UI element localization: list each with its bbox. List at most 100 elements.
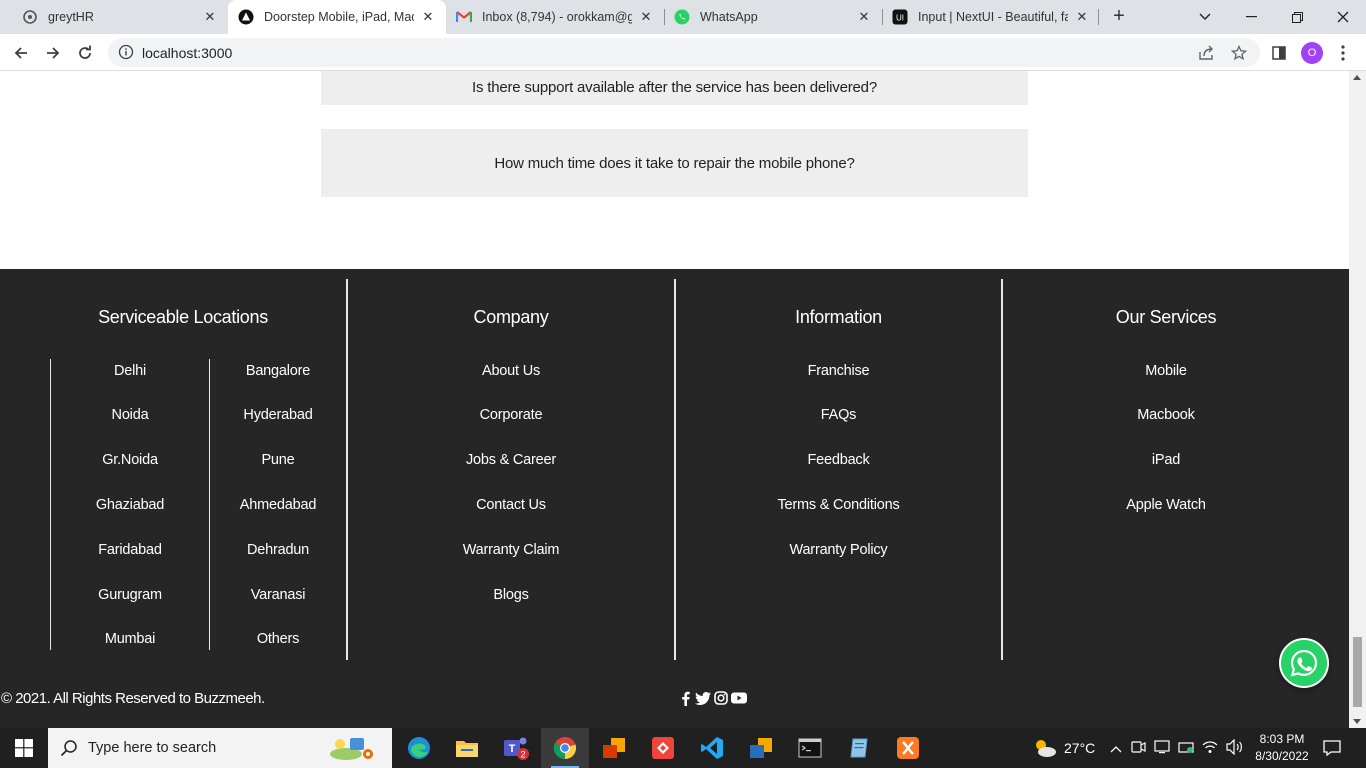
notification-icon[interactable]	[1322, 738, 1342, 758]
bookmark-star-icon[interactable]	[1229, 43, 1249, 63]
tab-search-button[interactable]	[1182, 0, 1228, 34]
footer-link[interactable]: Apple Watch	[1003, 497, 1329, 513]
tab-whatsapp[interactable]: WhatsApp ✕	[664, 0, 882, 34]
footer-link[interactable]: Mobile	[1003, 363, 1329, 379]
address-bar[interactable]: localhost:3000	[108, 38, 1260, 67]
display-icon[interactable]	[1154, 739, 1170, 758]
tab-nextui[interactable]: UI Input | NextUI - Beautiful, fas ✕	[882, 0, 1100, 34]
footer-link[interactable]: Dehradun	[210, 542, 346, 558]
minimize-button[interactable]	[1228, 0, 1274, 34]
taskbar-terminal[interactable]	[786, 728, 834, 768]
site-footer: Serviceable Locations Delhi Noida Gr.Noi…	[0, 269, 1349, 670]
side-panel-icon[interactable]	[1268, 42, 1290, 64]
taskbar-edge[interactable]	[395, 728, 443, 768]
faq-item[interactable]: Is there support available after the ser…	[321, 71, 1028, 105]
youtube-icon[interactable]	[731, 690, 747, 706]
weather-icon	[1036, 740, 1056, 757]
footer-link[interactable]: Feedback	[676, 452, 1001, 468]
footer-link[interactable]: Contact Us	[348, 497, 674, 513]
faq-item[interactable]: How much time does it take to repair the…	[321, 129, 1028, 197]
site-info-icon[interactable]	[118, 44, 134, 60]
nextui-icon: UI	[892, 9, 908, 25]
forward-button[interactable]	[40, 40, 66, 66]
share-icon[interactable]	[1196, 43, 1216, 63]
gmail-icon	[456, 9, 472, 25]
close-window-button[interactable]	[1320, 0, 1366, 34]
footer-link[interactable]: About Us	[348, 363, 674, 379]
footer-link[interactable]: FAQs	[676, 407, 1001, 423]
copyright-text: © 2021. All Rights Reserved to Buzzmeeh.	[1, 690, 265, 707]
doorstep-icon	[238, 9, 254, 25]
scroll-down-arrow[interactable]	[1353, 719, 1361, 724]
footer-link[interactable]: Gr.Noida	[51, 452, 209, 468]
footer-link[interactable]: Gurugram	[51, 587, 209, 603]
folder-icon	[456, 741, 478, 757]
footer-link[interactable]: Others	[210, 631, 346, 647]
footer-link[interactable]: iPad	[1003, 452, 1329, 468]
reload-button[interactable]	[72, 40, 98, 66]
taskbar-vscode[interactable]	[688, 728, 736, 768]
tab-greythr[interactable]: greytHR ✕	[0, 0, 228, 34]
footer-link[interactable]: Bangalore	[210, 363, 346, 379]
start-button[interactable]	[0, 728, 48, 768]
footer-link[interactable]: Warranty Policy	[676, 542, 1001, 558]
taskbar-app-notes[interactable]	[835, 728, 883, 768]
faq-question: Is there support available after the ser…	[472, 79, 877, 96]
footer-link[interactable]: Blogs	[348, 587, 674, 603]
meet-now-icon[interactable]	[1130, 739, 1146, 758]
footer-link[interactable]: Varanasi	[210, 587, 346, 603]
facebook-icon[interactable]	[677, 690, 693, 706]
close-icon[interactable]: ✕	[638, 9, 654, 25]
footer-link[interactable]: Warranty Claim	[348, 542, 674, 558]
footer-link[interactable]: Ahmedabad	[210, 497, 346, 513]
footer-link[interactable]: Faridabad	[51, 542, 209, 558]
whatsapp-chat-button[interactable]	[1279, 638, 1329, 688]
footer-link[interactable]: Franchise	[676, 363, 1001, 379]
footer-link[interactable]: Mumbai	[51, 631, 209, 647]
footer-link[interactable]: Delhi	[51, 363, 209, 379]
instagram-icon[interactable]	[713, 690, 729, 706]
chevron-up-icon[interactable]	[1110, 740, 1122, 756]
profile-avatar[interactable]: O	[1301, 42, 1323, 64]
taskbar-app-sticky[interactable]	[737, 728, 785, 768]
footer-link[interactable]: Macbook	[1003, 407, 1329, 423]
whatsapp-icon	[1290, 649, 1318, 677]
xampp-icon	[897, 737, 919, 759]
weather-widget[interactable]: 27°C	[1032, 728, 1095, 768]
restore-button[interactable]	[1274, 0, 1320, 34]
tab-title: Input | NextUI - Beautiful, fas	[918, 10, 1068, 24]
taskbar-app-anydesk[interactable]	[639, 728, 687, 768]
volume-icon[interactable]	[1226, 738, 1244, 758]
greythr-icon	[22, 9, 38, 25]
new-tab-button[interactable]: +	[1108, 5, 1130, 27]
footer-link[interactable]: Corporate	[348, 407, 674, 423]
close-icon[interactable]: ✕	[856, 9, 872, 25]
footer-link[interactable]: Noida	[51, 407, 209, 423]
close-icon[interactable]: ✕	[202, 9, 218, 25]
close-icon[interactable]: ✕	[420, 9, 436, 25]
page-scrollbar[interactable]	[1349, 71, 1366, 728]
tab-doorstep[interactable]: Doorstep Mobile, iPad, Macb ✕	[228, 0, 446, 34]
footer-link[interactable]: Hyderabad	[210, 407, 346, 423]
network-adapter-icon[interactable]	[1178, 739, 1194, 758]
back-button[interactable]	[8, 40, 34, 66]
taskbar-chrome[interactable]	[541, 728, 589, 768]
taskbar-app-office[interactable]	[590, 728, 638, 768]
wifi-icon[interactable]	[1202, 740, 1218, 757]
twitter-icon[interactable]	[695, 690, 711, 706]
scrollbar-thumb[interactable]	[1353, 637, 1362, 707]
taskbar-file-explorer[interactable]	[443, 728, 491, 768]
office-app-icon	[603, 738, 625, 758]
taskbar-xampp[interactable]	[884, 728, 932, 768]
scroll-up-arrow[interactable]	[1353, 75, 1361, 80]
tab-gmail[interactable]: Inbox (8,794) - orokkam@gm ✕	[446, 0, 664, 34]
more-menu-icon[interactable]	[1332, 42, 1354, 64]
footer-link[interactable]: Terms & Conditions	[676, 497, 1001, 513]
close-icon[interactable]: ✕	[1074, 9, 1090, 25]
system-clock[interactable]: 8:03 PM 8/30/2022	[1250, 731, 1314, 765]
taskbar-search[interactable]: Type here to search	[48, 728, 392, 768]
footer-link[interactable]: Pune	[210, 452, 346, 468]
footer-link[interactable]: Jobs & Career	[348, 452, 674, 468]
taskbar-teams[interactable]: T2	[492, 728, 540, 768]
footer-link[interactable]: Ghaziabad	[51, 497, 209, 513]
